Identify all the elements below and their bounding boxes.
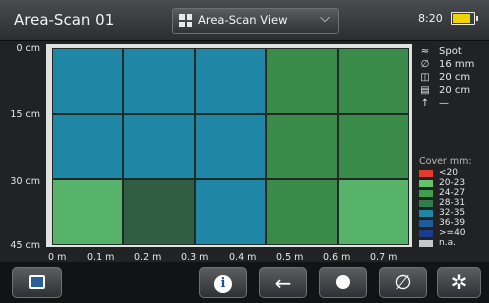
- grid-cell[interactable]: [52, 179, 124, 245]
- y-label-2: 30 cm: [10, 176, 40, 187]
- diameter-icon: ∅: [420, 59, 430, 70]
- diameter-value: 16 mm: [439, 59, 475, 70]
- mode-value: Spot: [439, 46, 462, 57]
- grid-cell[interactable]: [52, 113, 124, 180]
- y-label-0: 0 cm: [16, 43, 40, 54]
- dot-icon: [336, 275, 350, 289]
- cover-grid[interactable]: [52, 48, 409, 245]
- legend-title: Cover mm:: [419, 156, 472, 167]
- grid-cell[interactable]: [194, 48, 267, 114]
- grid-cell[interactable]: [194, 113, 267, 180]
- depth-value: —: [439, 98, 449, 109]
- fullscreen-button[interactable]: [12, 267, 62, 298]
- legend-label: n.a.: [439, 238, 456, 248]
- up-arrow-icon: ↑: [420, 98, 430, 109]
- grid-cell[interactable]: [337, 48, 409, 114]
- screen: Area-Scan 01 Area-Scan View ⌵ 8:20 0 cm …: [0, 0, 489, 303]
- clock: 8:20: [418, 12, 443, 25]
- grid-cell[interactable]: [337, 113, 409, 180]
- legend-swatch: [419, 230, 433, 237]
- horizontal-spacing-icon: ▤: [420, 85, 430, 96]
- legend-swatch: [419, 220, 433, 227]
- grid-cell[interactable]: [194, 179, 267, 245]
- view-dropdown[interactable]: Area-Scan View ⌵: [172, 8, 339, 34]
- x-axis-ruler: [46, 245, 412, 250]
- legend-label: 28-31: [439, 198, 466, 208]
- legend-swatch: [419, 170, 433, 177]
- back-button[interactable]: ←: [259, 267, 307, 298]
- horizontal-spacing-value: 20 cm: [439, 85, 471, 96]
- diameter-icon: ∅: [394, 270, 412, 294]
- battery-level: [453, 14, 470, 23]
- chevron-down-icon: ⌵: [320, 11, 330, 26]
- legend-swatch: [419, 210, 433, 217]
- left-arrow-icon: ←: [274, 271, 292, 295]
- footer-toolbar: i ← ∅ ✲: [0, 262, 489, 303]
- legend-label: 36-39: [439, 218, 466, 228]
- diameter-button[interactable]: ∅: [379, 267, 427, 298]
- legend-label: <20: [439, 168, 458, 178]
- grid-cell[interactable]: [266, 113, 338, 180]
- legend-label: 20-23: [439, 178, 466, 188]
- grid-cell[interactable]: [337, 179, 409, 245]
- legend-label: 24-27: [439, 188, 466, 198]
- vertical-spacing-icon: ◫: [420, 72, 430, 83]
- info-button[interactable]: i: [199, 267, 247, 298]
- header-bar: Area-Scan 01 Area-Scan View ⌵ 8:20: [0, 0, 489, 41]
- settings-button[interactable]: ✲: [437, 267, 481, 298]
- expand-icon: [29, 275, 45, 289]
- view-dropdown-label: Area-Scan View: [198, 13, 288, 27]
- grid-cell[interactable]: [123, 179, 195, 245]
- scan-title: Area-Scan 01: [14, 11, 115, 29]
- legend-label: >=40: [439, 228, 466, 238]
- record-button[interactable]: [319, 267, 367, 298]
- grid-cell[interactable]: [52, 48, 124, 114]
- gear-icon: ✲: [450, 270, 468, 294]
- legend-swatch: [419, 190, 433, 197]
- legend-swatch: [419, 240, 433, 247]
- info-icon: i: [214, 275, 232, 293]
- spot-icon: ≈: [420, 46, 430, 57]
- grid-cell[interactable]: [123, 48, 195, 114]
- grid-cell[interactable]: [266, 179, 338, 245]
- vertical-spacing-value: 20 cm: [439, 72, 471, 83]
- grid-cell[interactable]: [123, 113, 195, 180]
- y-label-1: 15 cm: [10, 109, 40, 120]
- grid-view-icon: [179, 14, 192, 27]
- grid-cell[interactable]: [266, 48, 338, 114]
- legend-swatch: [419, 180, 433, 187]
- battery-icon: [451, 12, 478, 25]
- settings-panel: ≈ Spot ∅ 16 mm ◫ 20 cm ▤ 20 cm ↑ — Cover…: [415, 42, 487, 255]
- y-label-3: 45 cm: [10, 240, 40, 251]
- legend-swatch: [419, 200, 433, 207]
- legend-label: 32-35: [439, 208, 466, 218]
